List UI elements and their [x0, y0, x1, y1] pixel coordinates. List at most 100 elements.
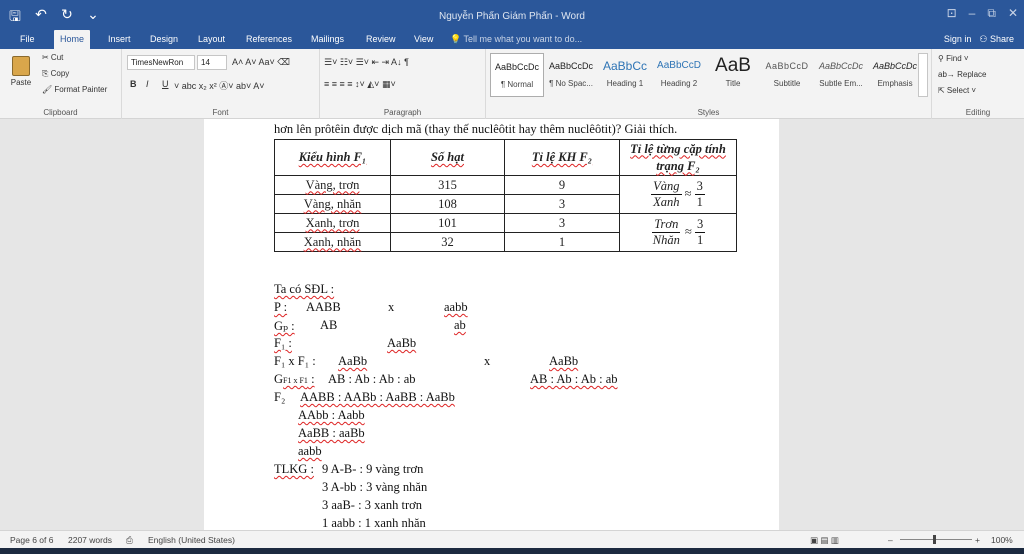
view-mode-icons[interactable]: ▣ ▤ ▥ [810, 535, 839, 546]
g-left: AB : Ab : Ab : ab [328, 372, 416, 386]
tab-home[interactable]: Home [54, 30, 91, 49]
close-icon[interactable]: ✕ [1008, 6, 1018, 21]
editing-group: ⚲ Find ˅ ab→ Replace ⇱ Select ˅ Editing [932, 49, 1024, 119]
italic-button[interactable]: I [146, 79, 149, 89]
table-row: Vàng, trơn 315 9 Vàng Xanh ≈ 31 [274, 175, 737, 214]
proofing-icon[interactable]: ⎙ [126, 535, 133, 546]
style-preview: AaBbCcDc [872, 61, 917, 71]
document-page[interactable]: hơn lên prôtêin được dịch mã (thay thế n… [204, 119, 779, 530]
replace-button[interactable]: ab→ Replace [938, 70, 986, 79]
paragraph-row2-tools[interactable]: ≡ ≡ ≡ ≡ ↕˅ ◭˅ ▦˅ [324, 79, 396, 90]
zoom-out-button[interactable]: – [888, 535, 893, 545]
ribbon: Paste ✂ Cut ⎘ Copy 🖌 Format Painter Clip… [0, 49, 1024, 119]
f1xf1-label: F₁ x F₁ : [274, 354, 316, 368]
window-title: Nguyễn Phấn Giám Phấn - Word [438, 11, 585, 22]
font-group: TimesNewRon 14 A˄ A˅ Aa˅ ⌫ B I U ˅ abc x… [122, 49, 320, 119]
tlkg-line-2: 3 A-bb : 3 vàng nhăn [322, 480, 428, 494]
style-heading-2[interactable]: AaBbCcD Heading 2 [652, 53, 706, 97]
style-preview: AaBbCcD [657, 60, 701, 71]
document-area[interactable]: hơn lên prôtêin được dịch mã (thay thế n… [0, 119, 1024, 530]
copy-button[interactable]: ⎘ Copy [42, 69, 69, 79]
zoom-slider-track[interactable] [900, 539, 972, 540]
language-indicator[interactable]: English (United States) [148, 535, 235, 545]
table-header: Kiểu hình F₁ [274, 139, 391, 176]
font-row1-tools[interactable]: A˄ A˅ Aa˅ ⌫ [232, 57, 290, 68]
window-controls: ⊡ – ⧉ ✕ [947, 6, 1018, 21]
table-row: Xanh, trơn 101 3 Trơn Nhăn ≈ 31 [274, 213, 737, 252]
zoom-in-button[interactable]: + [975, 535, 980, 545]
tlkg-line-4: 1 aabb : 1 xanh nhăn [322, 516, 426, 530]
style-preview: AaBbCcDc [494, 62, 539, 72]
color-ratio-cell: Vàng Xanh ≈ 31 [619, 175, 737, 214]
style-heading-1[interactable]: AaBbCc Heading 1 [598, 53, 652, 97]
share-button[interactable]: ⚇ Share [979, 30, 1014, 49]
sign-in-link[interactable]: Sign in [944, 30, 972, 49]
style-name: Subtle Em... [819, 79, 863, 88]
tab-mailings[interactable]: Mailings [305, 30, 350, 49]
clipboard-group: Paste ✂ Cut ⎘ Copy 🖌 Format Painter Clip… [0, 49, 122, 119]
style-name: Heading 2 [660, 79, 698, 88]
underline-button[interactable]: U [162, 79, 169, 89]
style-preview: AaBbCc [602, 59, 648, 73]
table-header: Tỉ lệ KH F₂ [504, 139, 620, 176]
style-name: ¶ Normal [500, 80, 534, 89]
document-top-line: hơn lên prôtêin được dịch mã (thay thế n… [274, 122, 678, 136]
font-group-label: Font [212, 108, 229, 117]
style-subtle-emphasis[interactable]: AaBbCcDc Subtle Em... [814, 53, 868, 97]
table-header: Tỉ lệ từng cặp tính trạng F₂ [619, 139, 737, 176]
shape-ratio-cell: Trơn Nhăn ≈ 31 [619, 213, 737, 252]
tlkg-line-1: 9 A-B- : 9 vàng trơn [322, 462, 424, 476]
p-right: aabb [444, 300, 468, 314]
paragraph-row1-tools[interactable]: ☰˅ ☷˅ ☰˅ ⇤ ⇥ A↓ ¶ [324, 57, 409, 68]
g-right: AB : Ab : Ab : ab [530, 372, 618, 386]
f2-row-4: aabb [298, 444, 322, 458]
bold-button[interactable]: B [130, 79, 137, 89]
tab-file[interactable]: File [14, 30, 41, 49]
find-button[interactable]: ⚲ Find ˅ [938, 54, 969, 63]
f2-label: F₂ [274, 390, 286, 404]
format-painter-button[interactable]: 🖌 Format Painter [42, 85, 107, 94]
page-count[interactable]: Page 6 of 6 [10, 535, 53, 545]
cut-button[interactable]: ✂ Cut [42, 53, 63, 62]
word-count[interactable]: 2207 words [68, 535, 112, 545]
style-emphasis[interactable]: AaBbCcDc Emphasis [868, 53, 922, 97]
table-header: Số hạt [390, 139, 505, 176]
f2-row-1: AABB : AABb : AaBB : AaBb [300, 390, 455, 404]
f1-label: F₁ : [274, 336, 292, 350]
style-preview: AaB [715, 55, 751, 76]
styles-group-label: Styles [697, 108, 720, 117]
font-size-combo[interactable]: 14 [197, 55, 227, 70]
f1xf1-left: AaBb [338, 354, 368, 368]
paste-button[interactable]: Paste [6, 53, 36, 97]
style-title[interactable]: AaB Title [706, 53, 760, 97]
tab-references[interactable]: References [240, 30, 298, 49]
style-normal[interactable]: AaBbCcDc ¶ Normal [490, 53, 544, 97]
tab-design[interactable]: Design [144, 30, 184, 49]
font-name-combo[interactable]: TimesNewRon [127, 55, 195, 70]
styles-group: AaBbCcDc ¶ Normal AaBbCcDc ¶ No Spac... … [486, 49, 932, 119]
tlkg-line-3: 3 aaB- : 3 xanh trơn [322, 498, 422, 512]
tab-layout[interactable]: Layout [192, 30, 231, 49]
ribbon-display-icon[interactable]: ⊡ [947, 6, 957, 21]
paste-icon [12, 56, 30, 76]
style-name: Heading 1 [606, 79, 644, 88]
style-preview: AaBbCcD [765, 61, 809, 71]
f2-row-3: AaBB : aaBb [298, 426, 365, 440]
tell-me-search[interactable]: 💡 Tell me what you want to do... [450, 30, 582, 49]
zoom-slider-handle[interactable] [933, 535, 936, 544]
f1-value: AaBb [387, 336, 417, 350]
select-button[interactable]: ⇱ Select ˅ [938, 86, 976, 95]
editing-group-label: Editing [965, 108, 991, 117]
font-row2-tools[interactable]: ˅ abc x₂ x² Ⓐ˅ ab˅ A˅ [174, 79, 265, 92]
style-subtitle[interactable]: AaBbCcD Subtitle [760, 53, 814, 97]
style-no-spacing[interactable]: AaBbCcDc ¶ No Spac... [544, 53, 598, 97]
tab-insert[interactable]: Insert [102, 30, 137, 49]
minimize-icon[interactable]: – [969, 6, 976, 21]
phenotype-table: Kiểu hình F₁ Số hạt Tỉ lệ KH F₂ Tỉ lệ từ… [274, 139, 737, 252]
restore-icon[interactable]: ⧉ [987, 6, 996, 21]
tab-review[interactable]: Review [360, 30, 402, 49]
styles-scroll-icon[interactable] [918, 53, 928, 97]
zoom-level[interactable]: 100% [991, 535, 1013, 545]
tab-view[interactable]: View [408, 30, 439, 49]
gp-label: Gₚ : [274, 319, 295, 333]
